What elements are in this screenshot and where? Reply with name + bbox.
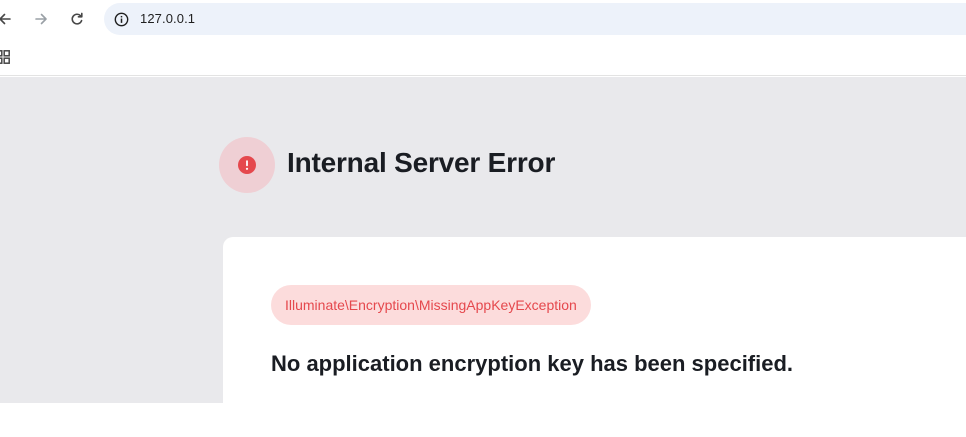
address-bar[interactable]: 127.0.0.1: [104, 3, 966, 35]
browser-toolbar: 127.0.0.1: [0, 0, 966, 38]
exception-message: No application encryption key has been s…: [271, 351, 794, 376]
page-title: Internal Server Error: [287, 147, 556, 178]
error-page: Internal Server Error Illuminate\Encrypt…: [0, 77, 966, 437]
exclamation-icon: [238, 156, 256, 174]
url-text[interactable]: 127.0.0.1: [140, 11, 195, 26]
apps-grid-icon[interactable]: [0, 50, 10, 64]
error-badge: [219, 137, 275, 193]
exception-card: Illuminate\Encryption\MissingAppKeyExcep…: [223, 237, 966, 437]
site-info-button[interactable]: [110, 8, 132, 30]
arrow-right-icon: [35, 13, 47, 25]
info-icon: [114, 12, 128, 26]
back-button[interactable]: [0, 6, 18, 32]
arrow-left-icon: [0, 13, 11, 25]
forward-button[interactable]: [28, 6, 54, 32]
exception-class-badge: Illuminate\Encryption\MissingAppKeyExcep…: [271, 285, 591, 325]
reload-button[interactable]: [64, 6, 90, 32]
reload-icon: [71, 12, 83, 25]
bookmarks-bar: [0, 38, 966, 76]
